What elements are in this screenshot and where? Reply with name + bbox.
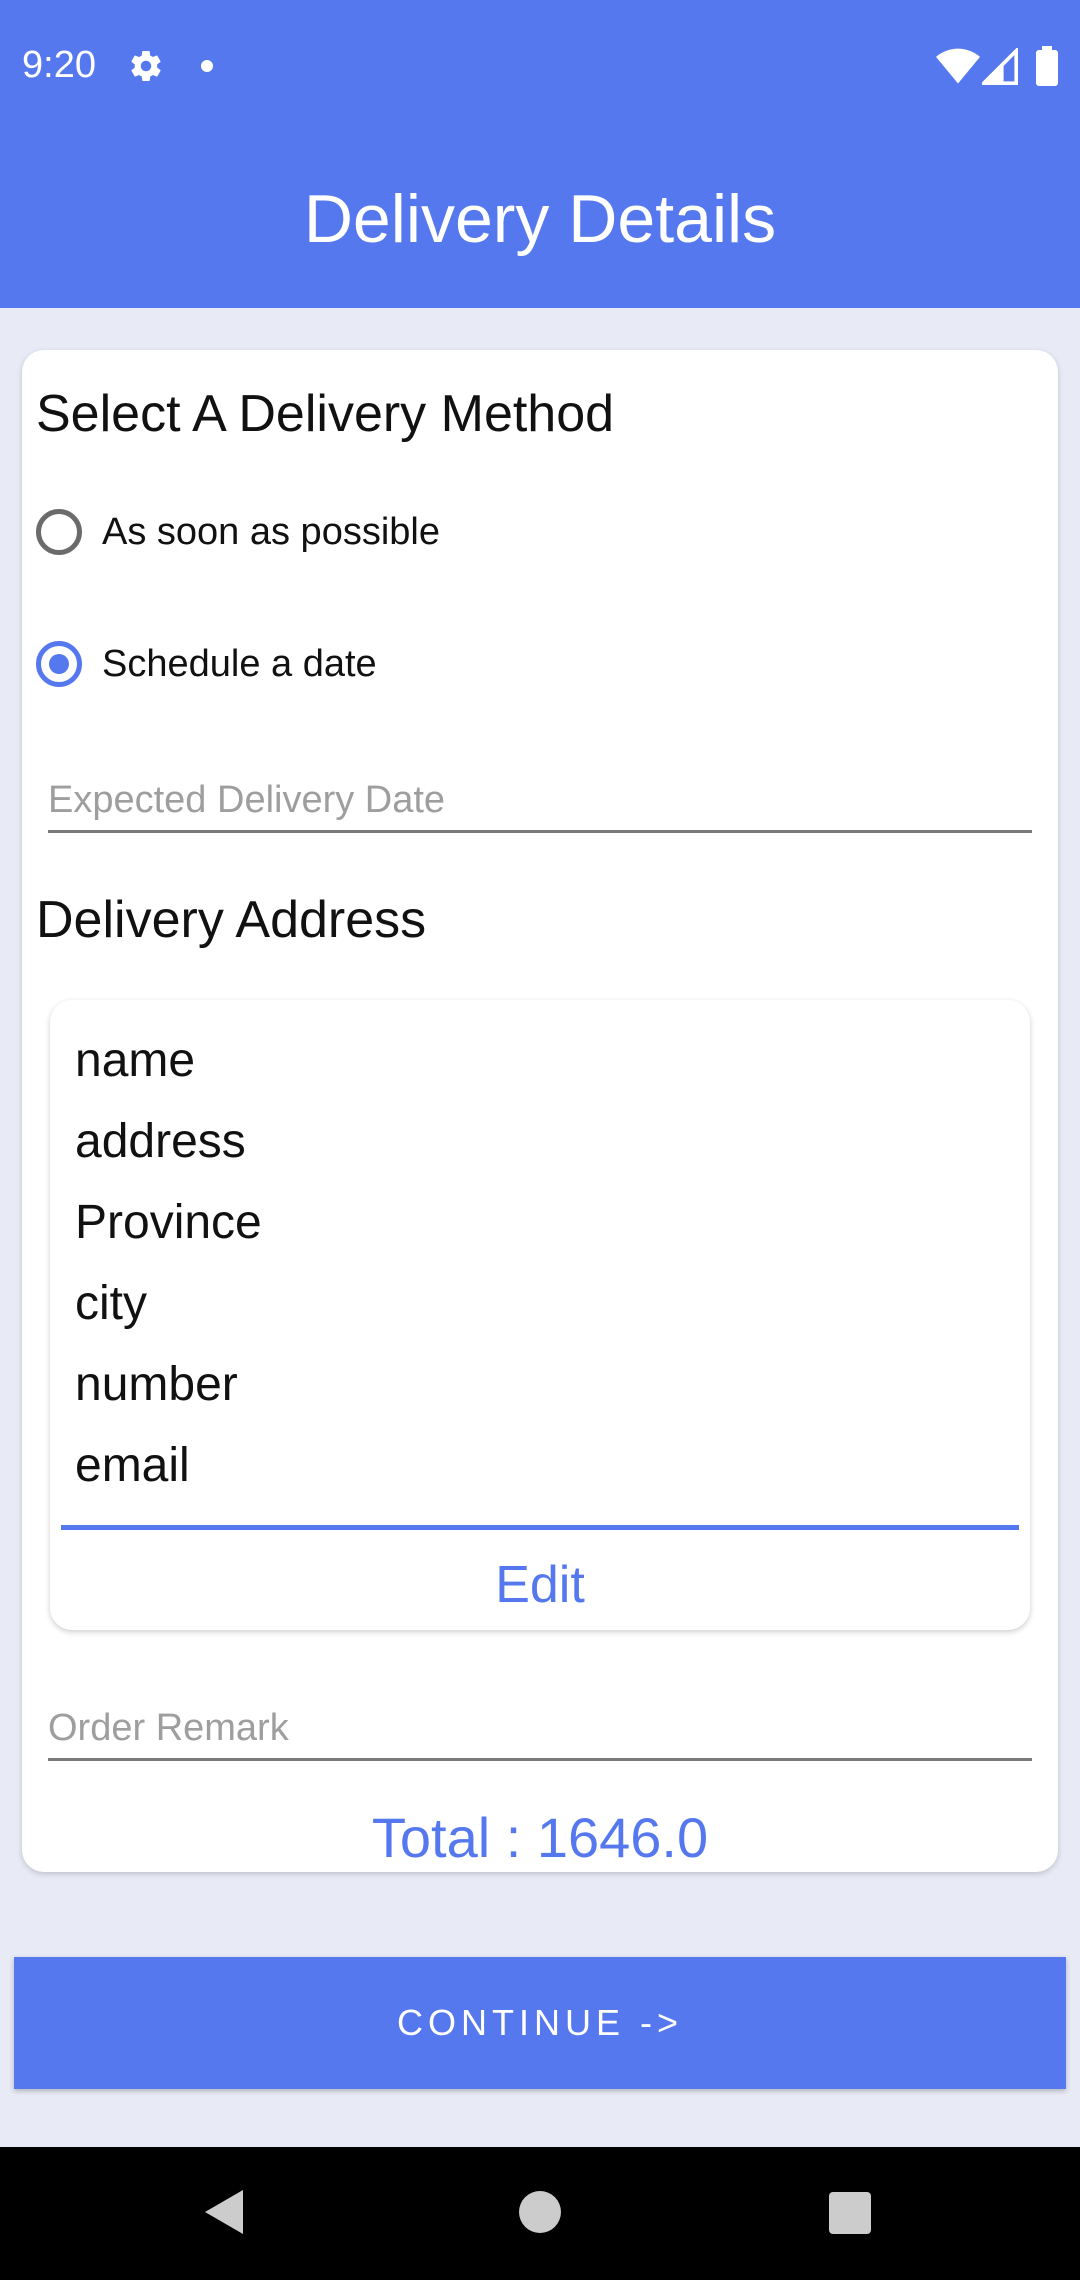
- nav-home-icon[interactable]: [519, 2191, 561, 2233]
- order-remark-input[interactable]: [48, 1698, 1032, 1758]
- status-bar: 9:20: [0, 0, 1080, 136]
- continue-button[interactable]: CONTINUE ->: [14, 1957, 1066, 2089]
- address-lines: name address Province city number email: [75, 1030, 262, 1516]
- address-province: Province: [75, 1196, 262, 1249]
- edit-address-button[interactable]: Edit: [50, 1555, 1030, 1615]
- radio-schedule-date-label: Schedule a date: [102, 642, 377, 685]
- app-bar: 9:20 Delivery Details: [0, 0, 1080, 308]
- expected-delivery-date-field[interactable]: [48, 770, 1032, 833]
- status-time: 9:20: [22, 44, 96, 86]
- address-name: name: [75, 1034, 196, 1087]
- address-city: city: [75, 1277, 147, 1330]
- radio-asap[interactable]: As soon as possible: [36, 502, 440, 562]
- wifi-icon: [936, 48, 980, 84]
- address-email: email: [75, 1439, 190, 1492]
- delivery-method-heading: Select A Delivery Method: [36, 385, 615, 443]
- delivery-address-heading: Delivery Address: [36, 891, 427, 949]
- cell-signal-icon: [982, 48, 1018, 85]
- notification-dot-icon: [201, 60, 213, 72]
- radio-asap-label: As soon as possible: [102, 510, 440, 553]
- nav-back-icon[interactable]: [205, 2190, 243, 2234]
- radio-schedule-date[interactable]: Schedule a date: [36, 634, 377, 694]
- battery-icon: [1036, 46, 1058, 86]
- nav-recents-icon[interactable]: [829, 2192, 871, 2234]
- order-total: Total : 1646.0: [371, 1806, 709, 1869]
- address-number: number: [75, 1358, 238, 1411]
- settings-gear-icon: [131, 51, 161, 82]
- expected-delivery-date-input[interactable]: [48, 770, 1032, 830]
- address-street: address: [75, 1115, 246, 1168]
- page-title: Delivery Details: [303, 181, 777, 257]
- radio-button-checked[interactable]: [36, 641, 82, 687]
- radio-button-unchecked[interactable]: [36, 509, 82, 555]
- address-divider: [61, 1525, 1019, 1530]
- order-remark-field[interactable]: [48, 1698, 1032, 1761]
